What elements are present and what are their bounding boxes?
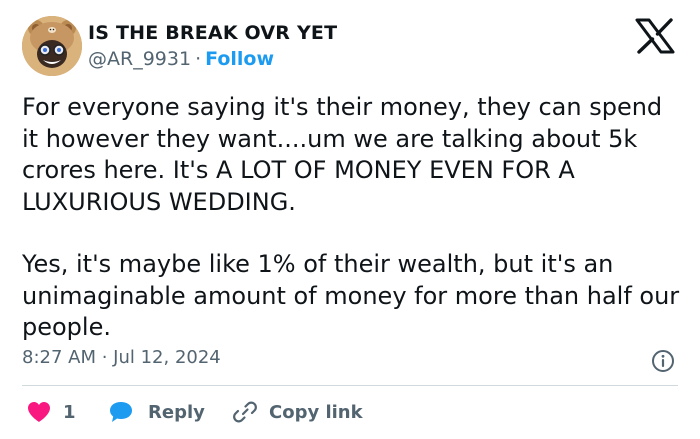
avatar[interactable] bbox=[22, 16, 82, 76]
heart-icon bbox=[27, 401, 51, 423]
follow-button[interactable]: Follow bbox=[205, 48, 274, 70]
like-button[interactable]: 1 bbox=[27, 399, 76, 425]
tweet-paragraph: Yes, it's maybe like 1% of their wealth,… bbox=[22, 250, 687, 341]
tweet-timestamp[interactable]: 8:27 AM · Jul 12, 2024 bbox=[22, 347, 221, 368]
tweet-body: For everyone saying it's their money, th… bbox=[22, 92, 682, 344]
link-icon bbox=[232, 399, 258, 425]
copy-link-button[interactable]: Copy link bbox=[232, 399, 363, 425]
copy-link-label: Copy link bbox=[269, 401, 363, 423]
author-display-name[interactable]: IS THE BREAK OVR YET bbox=[88, 22, 337, 44]
divider bbox=[22, 385, 678, 386]
info-icon[interactable] bbox=[651, 349, 675, 373]
like-count: 1 bbox=[63, 401, 76, 423]
author-handle-row: @AR_9931 · Follow bbox=[88, 48, 274, 70]
tweet-paragraph: For everyone saying it's their money, th… bbox=[22, 93, 670, 216]
reply-button[interactable]: Reply bbox=[108, 399, 205, 425]
reply-label: Reply bbox=[148, 401, 205, 423]
author-handle[interactable]: @AR_9931 bbox=[88, 48, 191, 70]
x-logo-icon[interactable] bbox=[634, 18, 676, 54]
separator-dot: · bbox=[195, 48, 202, 70]
tweet-card: IS THE BREAK OVR YET @AR_9931 · Follow For… bbox=[0, 0, 700, 439]
speech-bubble-icon bbox=[108, 400, 134, 424]
